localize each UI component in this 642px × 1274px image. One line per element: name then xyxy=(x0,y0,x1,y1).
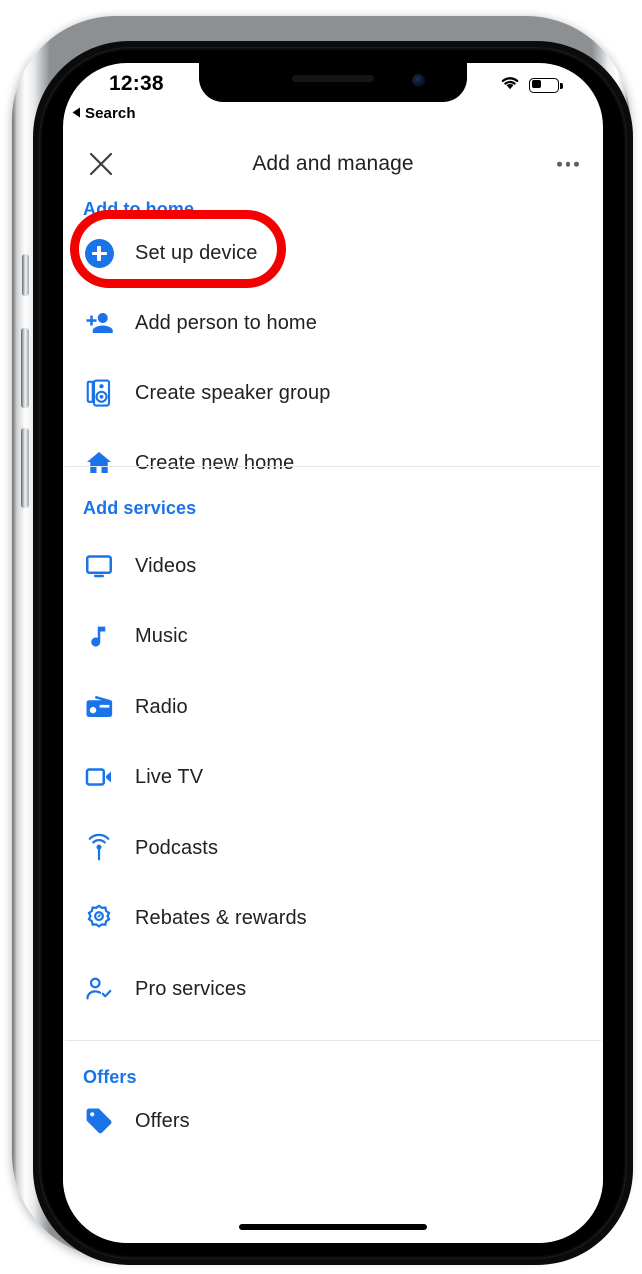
menu-item-label: Create speaker group xyxy=(135,381,331,404)
mute-switch-button[interactable] xyxy=(22,254,29,296)
front-camera-icon xyxy=(412,74,425,87)
podcast-icon xyxy=(63,833,135,863)
tv-monitor-icon xyxy=(63,551,135,581)
back-link-label: Search xyxy=(85,105,136,122)
section-divider xyxy=(65,466,601,467)
menu-content: Add to home Set up device Add person to … xyxy=(63,193,603,1243)
price-tag-icon xyxy=(63,1106,135,1136)
person-add-icon xyxy=(63,308,135,338)
screenshot-stage: 12:38 Search Add and manage Add to home … xyxy=(0,0,642,1274)
menu-item-live-tv[interactable]: Live TV xyxy=(63,747,603,807)
status-bar-time: 12:38 xyxy=(109,72,164,95)
menu-item-label: Offers xyxy=(135,1109,190,1132)
menu-item-create-speaker-group[interactable]: Create speaker group xyxy=(63,363,603,423)
plus-circle-icon xyxy=(63,238,135,268)
phone-screen: 12:38 Search Add and manage Add to home … xyxy=(63,63,603,1243)
menu-item-label: Set up device xyxy=(135,241,258,264)
menu-item-videos[interactable]: Videos xyxy=(63,536,603,596)
menu-item-label: Radio xyxy=(135,695,188,718)
menu-item-radio[interactable]: Radio xyxy=(63,677,603,737)
section-title-offers: Offers xyxy=(83,1067,137,1087)
home-icon xyxy=(63,448,135,478)
section-divider xyxy=(65,1040,601,1041)
volume-up-button[interactable] xyxy=(21,328,29,408)
menu-item-label: Add person to home xyxy=(135,311,317,334)
section-title-add-services: Add services xyxy=(83,498,197,518)
battery-low-icon xyxy=(529,77,563,93)
menu-item-label: Live TV xyxy=(135,765,204,788)
menu-item-label: Podcasts xyxy=(135,836,219,859)
section-title-add-to-home: Add to home xyxy=(83,199,195,219)
phone-frame: 12:38 Search Add and manage Add to home … xyxy=(12,16,633,1265)
page-title: Add and manage xyxy=(252,152,414,175)
rebate-badge-icon xyxy=(63,903,135,933)
more-horizontal-icon[interactable] xyxy=(555,154,581,175)
speaker-group-icon xyxy=(63,378,135,408)
triangle-left-icon xyxy=(72,105,81,122)
menu-item-offers[interactable]: Offers xyxy=(63,1091,603,1151)
app-header: Add and manage xyxy=(63,135,603,193)
menu-item-add-person-to-home[interactable]: Add person to home xyxy=(63,293,603,353)
menu-item-label: Create new home xyxy=(135,451,295,474)
home-indicator[interactable] xyxy=(239,1224,427,1230)
menu-item-label: Videos xyxy=(135,554,197,577)
back-to-search-link[interactable]: Search xyxy=(72,105,136,122)
display-notch xyxy=(199,63,467,102)
earpiece-speaker-icon xyxy=(292,75,374,82)
menu-item-label: Rebates & rewards xyxy=(135,906,307,929)
menu-item-label: Pro services xyxy=(135,977,247,1000)
menu-item-music[interactable]: Music xyxy=(63,606,603,666)
menu-item-set-up-device[interactable]: Set up device xyxy=(63,223,603,283)
menu-item-podcasts[interactable]: Podcasts xyxy=(63,818,603,878)
menu-item-pro-services[interactable]: Pro services xyxy=(63,959,603,1019)
battery-fill xyxy=(531,80,541,88)
menu-item-create-new-home[interactable]: Create new home xyxy=(63,433,603,493)
status-bar-indicators xyxy=(500,75,563,95)
wifi-icon xyxy=(500,75,520,95)
music-note-icon xyxy=(63,621,135,651)
radio-icon xyxy=(63,692,135,722)
video-camera-icon xyxy=(63,762,135,792)
menu-item-rebates-rewards[interactable]: Rebates & rewards xyxy=(63,888,603,948)
person-check-icon xyxy=(63,974,135,1004)
volume-down-button[interactable] xyxy=(21,428,29,508)
menu-item-label: Music xyxy=(135,624,188,647)
